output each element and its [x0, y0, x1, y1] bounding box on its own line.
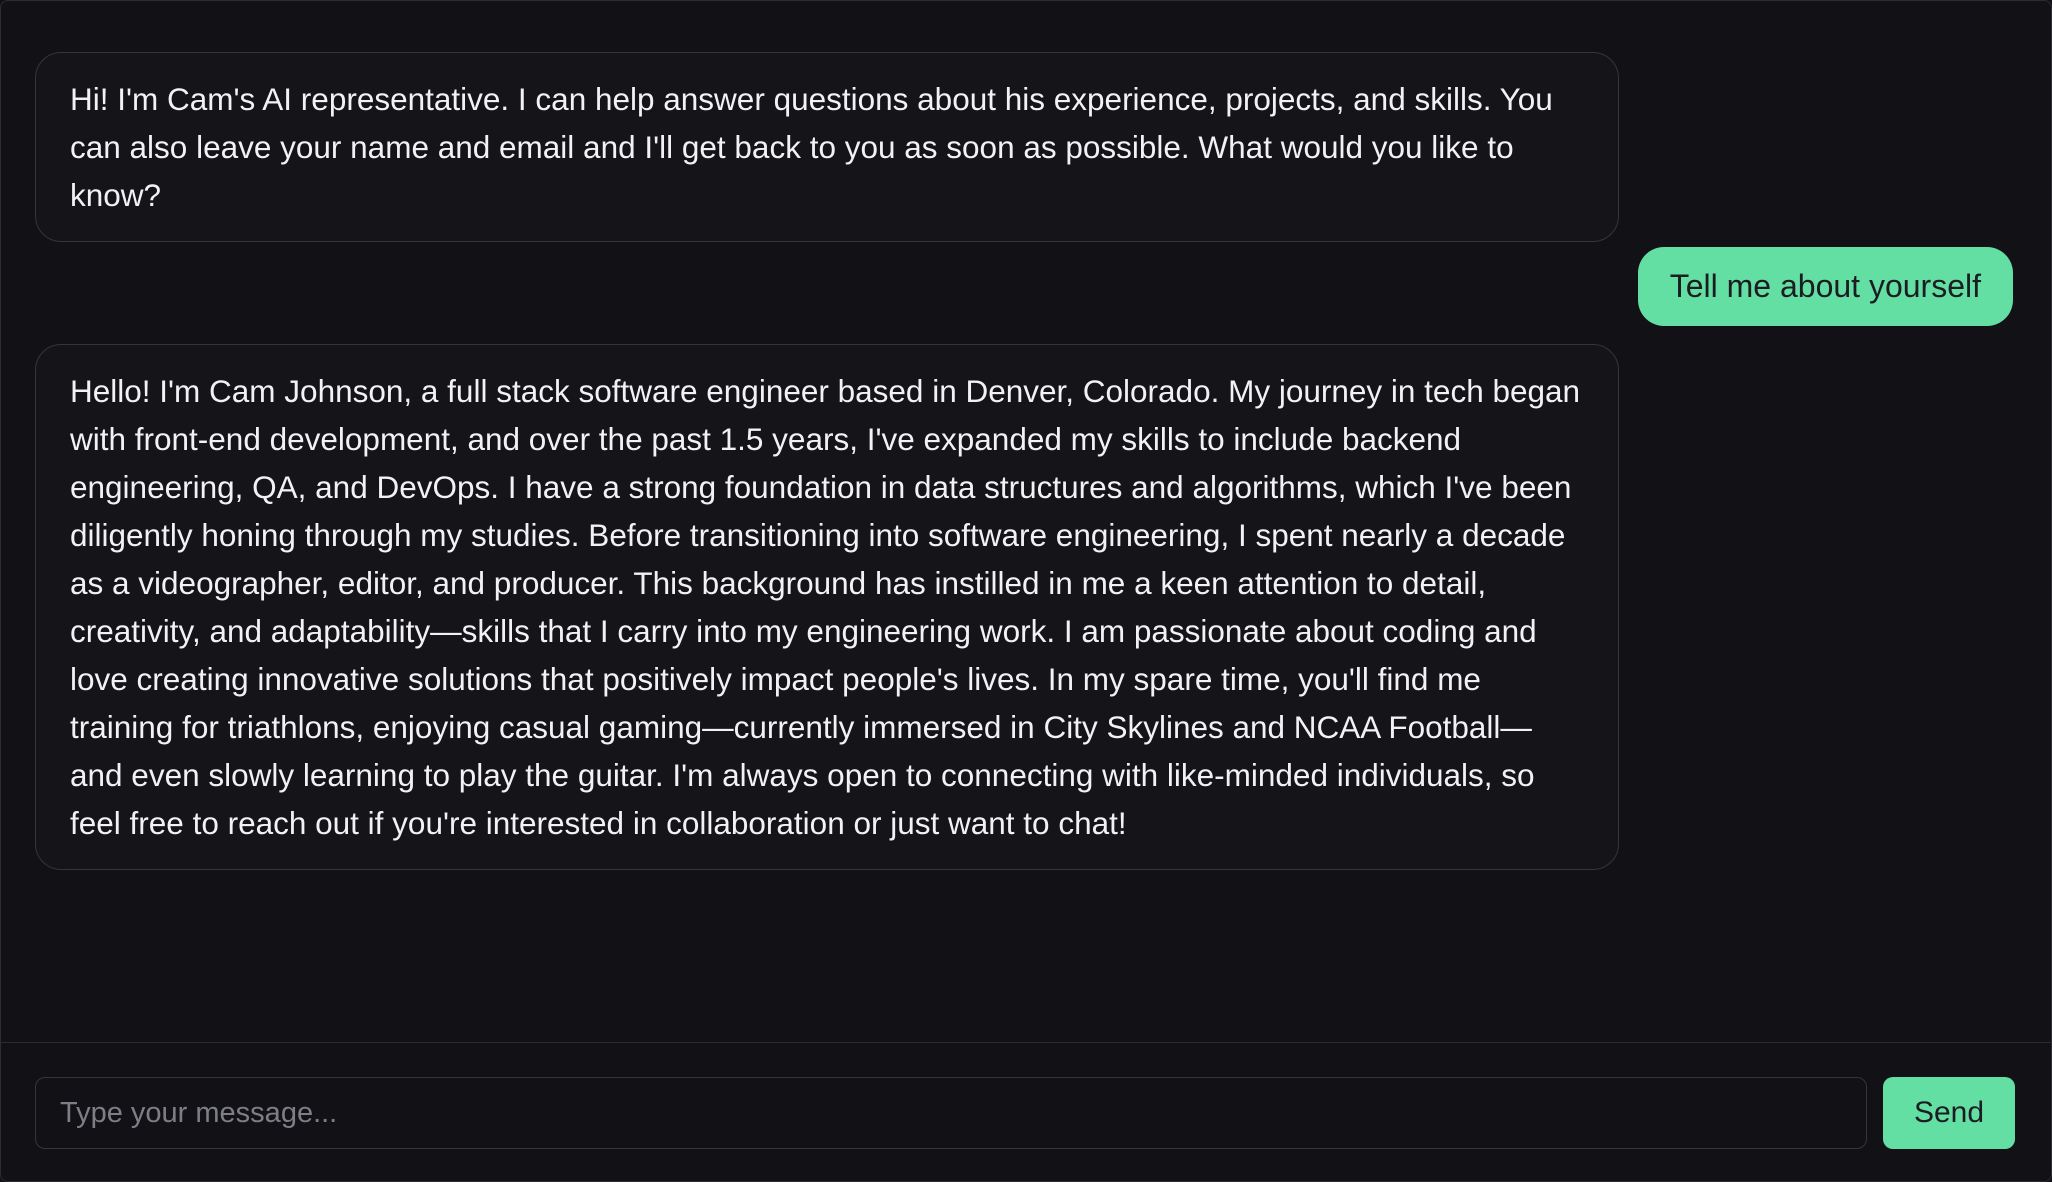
- message-list[interactable]: Hi! I'm Cam's AI representative. I can h…: [1, 1, 2051, 1041]
- user-message: Tell me about yourself: [1637, 247, 2013, 326]
- assistant-message: Hi! I'm Cam's AI representative. I can h…: [35, 52, 1619, 242]
- assistant-message: Hello! I'm Cam Johnson, a full stack sof…: [35, 344, 1619, 870]
- message-input[interactable]: [35, 1077, 1867, 1149]
- chat-window: Hi! I'm Cam's AI representative. I can h…: [0, 0, 2052, 1182]
- message-composer: Send: [1, 1042, 2051, 1181]
- send-button[interactable]: Send: [1883, 1077, 2015, 1149]
